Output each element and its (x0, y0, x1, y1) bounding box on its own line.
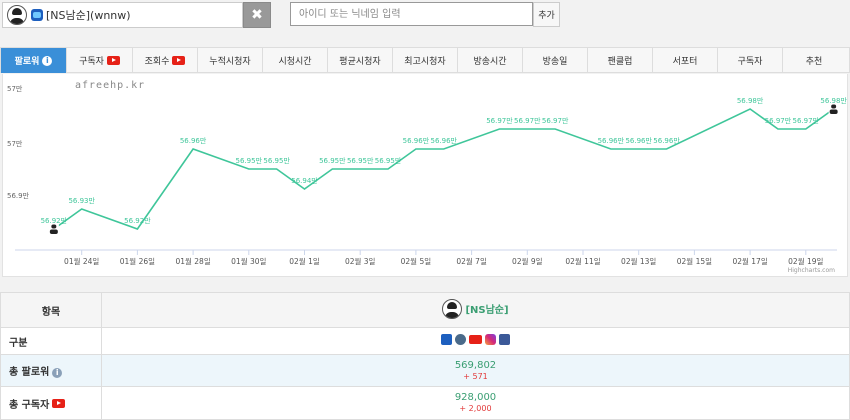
streamer-link[interactable]: [NS남순] (442, 298, 509, 319)
channel-label: [NS남순](wnnw) (46, 9, 131, 22)
tab-views-youtube[interactable]: 조회수 (133, 48, 198, 73)
data-label: 56.96만 (625, 136, 652, 145)
x-tick-label: 02월 7일 (456, 256, 487, 266)
subscribers-value-cell: 928,000 + 2,000 (101, 386, 850, 420)
tab-recommendations[interactable]: 추천 (783, 48, 845, 73)
data-label: 56.96만 (653, 136, 680, 145)
clear-channel-button[interactable]: ✖ (243, 2, 271, 28)
info-icon: i (52, 368, 63, 378)
streamer-name: [NS남순] (465, 305, 509, 316)
table-header-label: 항목 (0, 292, 102, 328)
info-icon: i (42, 55, 53, 66)
youtube-icon (172, 56, 186, 65)
data-label: 56.98만 (820, 96, 847, 105)
x-tick-label: 02월 1일 (289, 256, 320, 266)
tab-cumulative-viewers[interactable]: 누적시청자 (198, 48, 263, 73)
x-tick-label: 01월 28일 (175, 256, 210, 266)
youtube-icon[interactable] (469, 335, 482, 344)
data-label: 56.92만 (41, 216, 68, 225)
data-label: 56.95만 (319, 156, 346, 165)
data-label: 56.95만 (347, 156, 374, 165)
x-tick-label: 02월 5일 (401, 256, 432, 266)
topbar: [NS남순](wnnw) ✖ 추가 (0, 0, 850, 30)
platform-links (101, 327, 850, 355)
data-label: 56.97만 (542, 116, 569, 125)
tab-peak-viewers[interactable]: 최고시청자 (393, 48, 458, 73)
tab-broadcast-time[interactable]: 방송시간 (458, 48, 523, 73)
tab-followers[interactable]: 팔로워 i (1, 48, 67, 73)
tab-subscribers[interactable]: 구독자 (718, 48, 783, 73)
afreeca-fan-icon[interactable] (455, 334, 466, 345)
instagram-icon[interactable] (485, 334, 496, 345)
x-tick-label: 01월 26일 (120, 256, 155, 266)
data-label: 56.94만 (291, 176, 318, 185)
followers-value-cell: 569,802 + 571 (101, 354, 850, 387)
data-label: 56.97만 (765, 116, 792, 125)
follower-chart: afreehp.kr 57만 57만 56.9만 01월 24일 01월 26일 01월 … (2, 74, 848, 277)
streamer-marker-icon[interactable] (828, 104, 839, 114)
data-label: 56.96만 (403, 136, 430, 145)
data-label: 56.97만 (486, 116, 513, 125)
x-tick-label: 02월 9일 (512, 256, 543, 266)
data-label: 56.96만 (598, 136, 625, 145)
subscribers-delta: + 2,000 (459, 404, 492, 413)
facebook-icon[interactable] (499, 334, 510, 345)
data-label: 56.92만 (124, 216, 151, 225)
metric-tabs: 팔로워 i 구독자 조회수 누적시청자 시청시간 평균시청자 최고시청자 방송시간… (0, 47, 850, 73)
data-label: 56.93만 (68, 196, 95, 205)
y-tick-label: 57만 (7, 84, 23, 93)
data-label: 56.95만 (375, 156, 402, 165)
tab-broadcast-days[interactable]: 방송일 (523, 48, 588, 73)
add-streamer-button[interactable]: 추가 (533, 2, 560, 27)
data-label: 56.96만 (180, 136, 207, 145)
row-label-gubun: 구분 (0, 327, 102, 355)
x-tick-label: 02월 17일 (732, 256, 767, 266)
chart-credit[interactable]: Highcharts.com (788, 267, 835, 274)
tab-supporters[interactable]: 서포터 (653, 48, 718, 73)
data-label: 56.97만 (793, 116, 820, 125)
subscribers-total: 928,000 (454, 392, 497, 403)
tab-watch-time[interactable]: 시청시간 (263, 48, 328, 73)
afreeca-icon[interactable] (441, 334, 452, 345)
youtube-icon (106, 56, 120, 65)
close-icon: ✖ (251, 7, 263, 23)
x-tick-label: 01월 30일 (231, 256, 266, 266)
x-tick-label: 02월 15일 (677, 256, 712, 266)
tab-fanclub[interactable]: 팬클럽 (588, 48, 653, 73)
comparison-table: 항목 [NS남순] 구분 총 팔로워 i 569,802 + 571 총 구독자… (0, 292, 850, 420)
x-tick-label: 02월 19일 (788, 256, 823, 266)
streamer-avatar-icon (7, 5, 27, 25)
x-tick-label: 02월 13일 (621, 256, 656, 266)
afreeca-icon (31, 9, 43, 21)
data-label: 56.95만 (263, 156, 290, 165)
youtube-icon (52, 398, 66, 408)
followers-total: 569,802 (454, 359, 497, 371)
data-label: 56.95만 (236, 156, 263, 165)
followers-delta: + 571 (463, 371, 488, 381)
tab-subscribers-youtube[interactable]: 구독자 (67, 48, 133, 73)
data-label: 56.96만 (431, 136, 458, 145)
streamer-marker-icon[interactable] (48, 224, 59, 234)
streamer-avatar-icon (442, 298, 463, 319)
selected-channel-chip[interactable]: [NS남순](wnnw) (2, 2, 243, 28)
data-label: 56.98만 (737, 96, 764, 105)
y-tick-label: 56.9만 (7, 191, 30, 200)
y-tick-label: 57만 (7, 139, 23, 148)
streamer-search-input[interactable] (290, 2, 533, 26)
row-label-followers: 총 팔로워 i (0, 354, 102, 387)
x-tick-label: 02월 3일 (345, 256, 376, 266)
data-label: 56.97만 (514, 116, 541, 125)
tab-average-viewers[interactable]: 평균시청자 (328, 48, 393, 73)
row-label-subscribers: 총 구독자 (0, 386, 102, 420)
x-tick-label: 02월 11일 (565, 256, 600, 266)
follower-series-line (53, 108, 835, 230)
streamer-column-header: [NS남순] (101, 292, 850, 328)
follower-line-chart: 57만 57만 56.9만 01월 24일 01월 26일 01월 28일 01월 30일 0… (7, 84, 847, 266)
x-tick-label: 01월 24일 (64, 256, 99, 266)
